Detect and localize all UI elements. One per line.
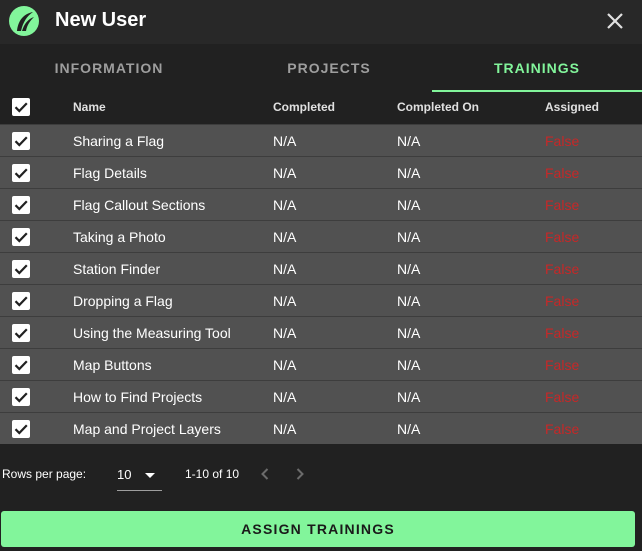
- row-checkbox[interactable]: [12, 292, 30, 310]
- tab-information[interactable]: INFORMATION: [2, 44, 216, 92]
- table-row[interactable]: Taking a Photo N/A N/A False: [0, 220, 642, 252]
- table-row[interactable]: Sharing a Flag N/A N/A False: [0, 124, 642, 156]
- assigned-value: False: [545, 165, 580, 181]
- assigned-value: False: [545, 261, 580, 277]
- checkmark-icon: [14, 424, 28, 435]
- training-name: Station Finder: [73, 261, 161, 277]
- checkmark-icon: [14, 392, 28, 403]
- completed-on-value: N/A: [397, 293, 421, 309]
- training-name: Flag Details: [73, 165, 147, 181]
- assigned-value: False: [545, 293, 580, 309]
- completed-on-value: N/A: [397, 165, 421, 181]
- leaf-logo-icon: [9, 6, 39, 36]
- chevron-left-icon[interactable]: [255, 464, 275, 484]
- assigned-value: False: [545, 133, 580, 149]
- dialog-title: New User: [55, 9, 147, 31]
- completed-value: N/A: [273, 421, 297, 437]
- completed-on-value: N/A: [397, 389, 421, 405]
- completed-value: N/A: [273, 229, 297, 245]
- table-row[interactable]: Flag Details N/A N/A False: [0, 156, 642, 188]
- column-header-completed-on[interactable]: Completed On: [397, 100, 479, 114]
- assigned-value: False: [545, 325, 580, 341]
- completed-on-value: N/A: [397, 133, 421, 149]
- assigned-value: False: [545, 389, 580, 405]
- row-checkbox[interactable]: [12, 164, 30, 182]
- row-checkbox[interactable]: [12, 132, 30, 150]
- completed-value: N/A: [273, 197, 297, 213]
- table-row[interactable]: How to Find Projects N/A N/A False: [0, 380, 642, 412]
- column-header-name[interactable]: Name: [73, 100, 106, 114]
- completed-on-value: N/A: [397, 325, 421, 341]
- rows-per-page-value: 10: [117, 467, 132, 482]
- new-user-dialog: New User INFORMATION PROJECTS TRAININGS …: [0, 0, 642, 551]
- row-checkbox[interactable]: [12, 324, 30, 342]
- table-row[interactable]: Flag Callout Sections N/A N/A False: [0, 188, 642, 220]
- dialog-titlebar: New User: [0, 0, 642, 44]
- table-row[interactable]: Using the Measuring Tool N/A N/A False: [0, 316, 642, 348]
- trainings-table-body: Sharing a Flag N/A N/A False Flag Detail…: [0, 124, 642, 444]
- checkmark-icon: [14, 136, 28, 147]
- table-row[interactable]: Map Buttons N/A N/A False: [0, 348, 642, 380]
- column-header-completed[interactable]: Completed: [273, 100, 335, 114]
- tab-bar: INFORMATION PROJECTS TRAININGS: [0, 44, 642, 92]
- training-name: Sharing a Flag: [73, 133, 165, 149]
- completed-value: N/A: [273, 357, 297, 373]
- tab-projects[interactable]: PROJECTS: [222, 44, 436, 92]
- rows-per-page-select[interactable]: 10: [117, 461, 162, 491]
- row-checkbox[interactable]: [12, 228, 30, 246]
- completed-on-value: N/A: [397, 197, 421, 213]
- row-checkbox[interactable]: [12, 356, 30, 374]
- completed-on-value: N/A: [397, 261, 421, 277]
- completed-value: N/A: [273, 325, 297, 341]
- assigned-value: False: [545, 421, 580, 437]
- completed-value: N/A: [273, 261, 297, 277]
- training-name: Taking a Photo: [73, 229, 166, 245]
- assigned-value: False: [545, 229, 580, 245]
- pagination-range: 1-10 of 10: [185, 467, 240, 481]
- checkmark-icon: [14, 360, 28, 371]
- assign-trainings-button[interactable]: ASSIGN TRAININGS: [1, 511, 635, 547]
- table-header: Name Completed Completed On Assigned: [0, 92, 642, 124]
- table-pagination: Rows per page: 10 1-10 of 10: [0, 456, 642, 496]
- rows-per-page-label: Rows per page:: [2, 467, 87, 481]
- table-row[interactable]: Station Finder N/A N/A False: [0, 252, 642, 284]
- completed-value: N/A: [273, 133, 297, 149]
- completed-on-value: N/A: [397, 357, 421, 373]
- training-name: Map Buttons: [73, 357, 152, 373]
- completed-on-value: N/A: [397, 229, 421, 245]
- training-name: Flag Callout Sections: [73, 197, 206, 213]
- table-row[interactable]: Map and Project Layers N/A N/A False: [0, 412, 642, 444]
- training-name: Map and Project Layers: [73, 421, 221, 437]
- checkmark-icon: [14, 232, 28, 243]
- select-all-checkbox[interactable]: [12, 98, 30, 116]
- row-checkbox[interactable]: [12, 260, 30, 278]
- tab-trainings[interactable]: TRAININGS: [430, 44, 642, 92]
- row-checkbox[interactable]: [12, 388, 30, 406]
- assigned-value: False: [545, 197, 580, 213]
- row-checkbox[interactable]: [12, 420, 30, 438]
- completed-on-value: N/A: [397, 421, 421, 437]
- training-name: How to Find Projects: [73, 389, 203, 405]
- checkmark-icon: [14, 328, 28, 339]
- checkmark-icon: [14, 264, 28, 275]
- caret-down-icon: [145, 473, 155, 478]
- table-row[interactable]: Dropping a Flag N/A N/A False: [0, 284, 642, 316]
- completed-value: N/A: [273, 165, 297, 181]
- completed-value: N/A: [273, 389, 297, 405]
- checkmark-icon: [14, 296, 28, 307]
- assigned-value: False: [545, 357, 580, 373]
- training-name: Dropping a Flag: [73, 293, 173, 309]
- completed-value: N/A: [273, 293, 297, 309]
- chevron-right-icon[interactable]: [290, 464, 310, 484]
- checkmark-icon: [14, 200, 28, 211]
- checkmark-icon: [14, 168, 28, 179]
- row-checkbox[interactable]: [12, 196, 30, 214]
- checkmark-icon: [14, 102, 28, 113]
- column-header-assigned[interactable]: Assigned: [545, 100, 599, 114]
- close-icon[interactable]: [602, 8, 628, 34]
- training-name: Using the Measuring Tool: [73, 325, 231, 341]
